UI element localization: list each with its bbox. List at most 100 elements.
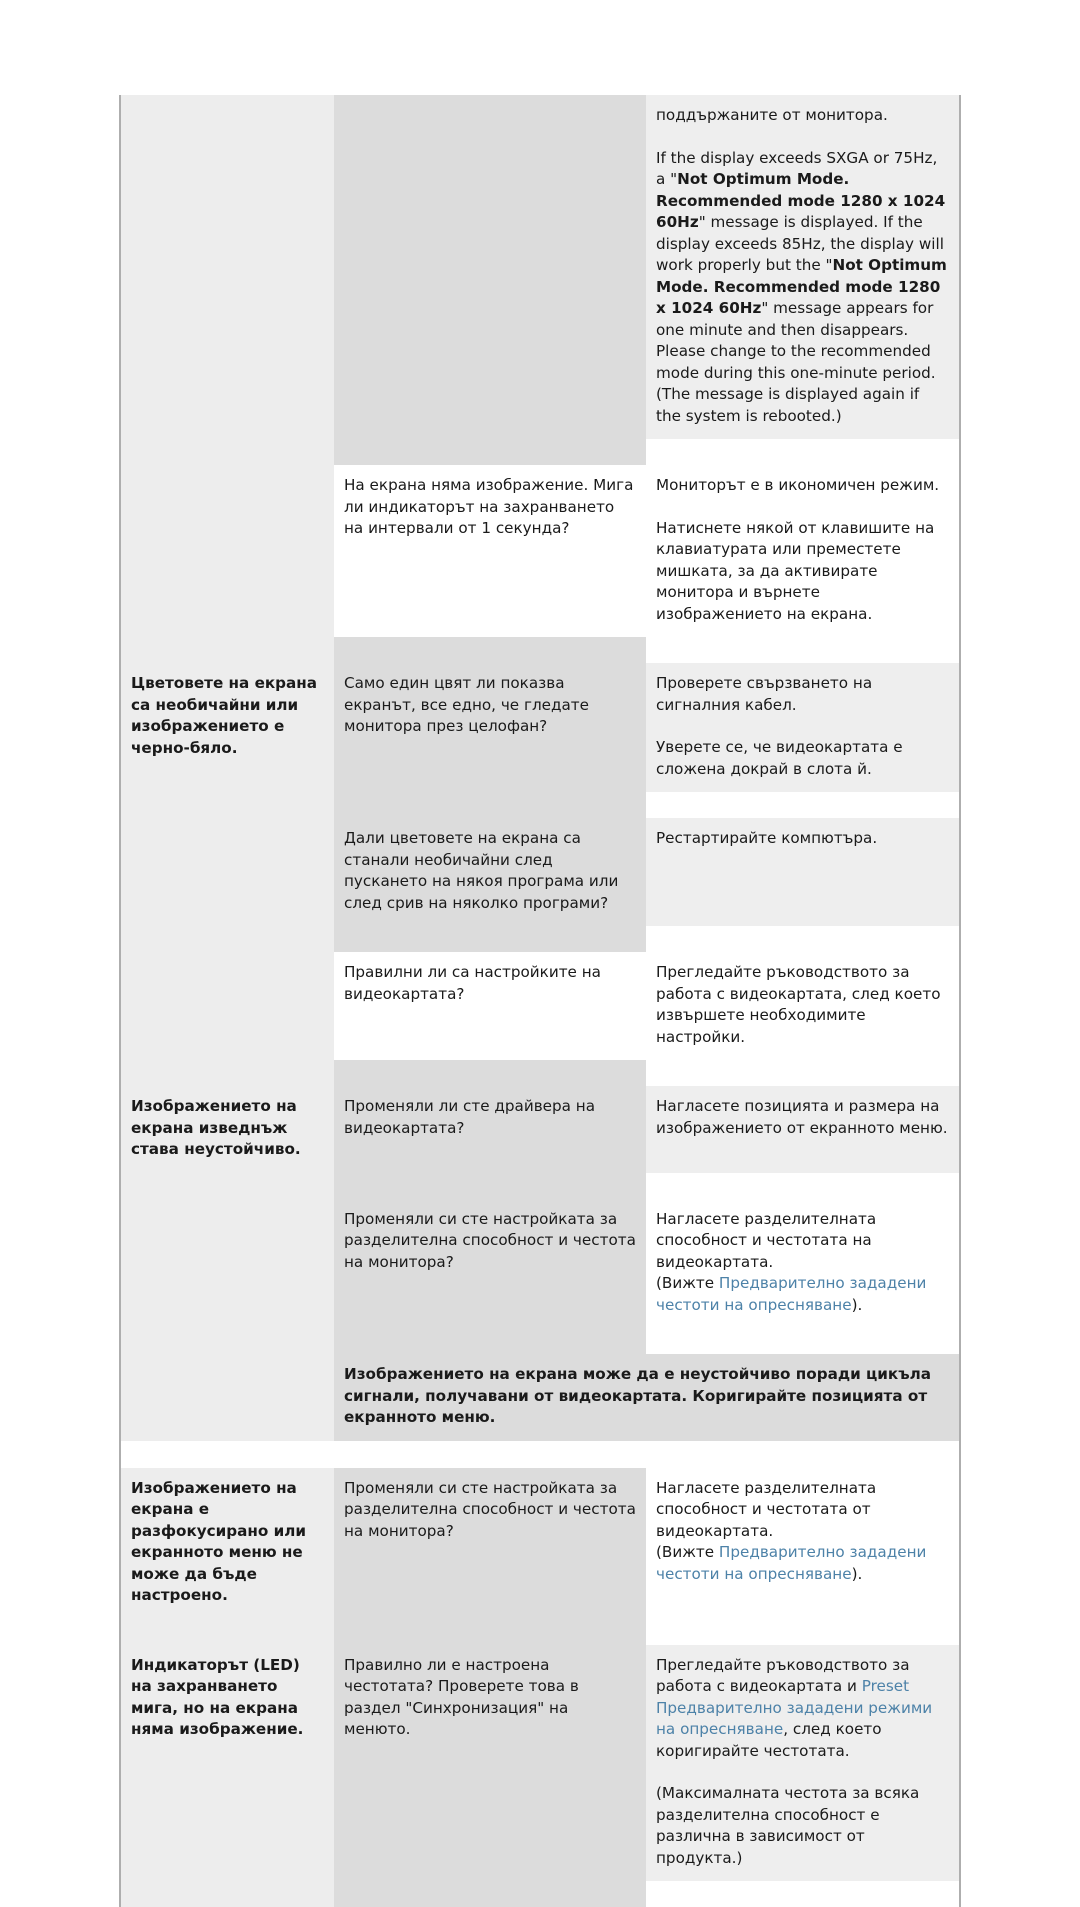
table-row: Индикаторът (LED) на захранването мига, … [121, 1644, 959, 1881]
answer-paragraph: (Вижте Предварително зададени честоти на… [656, 1542, 949, 1585]
question-cell: Променяли ли сте драйвера на видеокартат… [334, 1086, 646, 1173]
separator-cell [121, 1328, 334, 1354]
gap-cell [646, 1440, 959, 1468]
separator-cell [334, 1881, 646, 1907]
separator-cell [646, 1618, 959, 1645]
full-width-note: Изображението на екрана може да е неусто… [334, 1354, 959, 1441]
answer-cell: Мониторът е в икономичен режим. Натиснете… [646, 465, 959, 637]
separator-cell [334, 439, 646, 465]
table-row: Правилни ли са настройките на видеокарта… [121, 952, 959, 1060]
table-row: Изображението на екрана може да е неусто… [121, 1354, 959, 1441]
separator-cell [121, 792, 334, 818]
category-cell: Цветовете на екрана са необичайни или из… [121, 663, 334, 792]
answer-paragraph: (Максималната честота за всяка разделите… [656, 1784, 920, 1867]
body-text: ). [851, 1295, 863, 1314]
separator-cell [646, 1060, 959, 1086]
table-row: На екрана няма изображение. Мига ли инди… [121, 465, 959, 637]
separator-cell [334, 926, 646, 952]
table-row: Изображението на екрана изведнъж става н… [121, 1086, 959, 1173]
question-cell: Само един цвят ли показва екранът, все е… [334, 663, 646, 792]
separator-cell [334, 1172, 646, 1199]
answer-cell: Прегледайте ръководството за работа с ви… [646, 1644, 959, 1881]
answer-cell: Рестартирайте компютъра. [646, 818, 959, 926]
separator-cell [121, 637, 334, 663]
answer-paragraph: (Вижте Предварително зададени честоти на… [656, 1273, 949, 1316]
table-row: Променяли си сте настройката за разделит… [121, 1198, 959, 1328]
body-text: (Вижте [656, 1274, 719, 1292]
answer-cell: Нагласете позицията и размера на изображ… [646, 1086, 959, 1173]
separator-cell [646, 792, 959, 818]
separator-cell [334, 637, 646, 663]
separator-cell [334, 792, 646, 818]
row-separator [121, 792, 959, 818]
category-cell-empty [121, 952, 334, 1060]
answer-paragraph: Проверете свързването на сигналния кабел… [656, 674, 873, 714]
troubleshooting-table: поддържаните от монитора. If the display … [121, 95, 959, 1907]
troubleshooting-table-wrapper: поддържаните от монитора. If the display … [119, 95, 961, 1907]
category-cell-empty [121, 818, 334, 926]
category-cell: Изображението на екрана изведнъж става н… [121, 1086, 334, 1173]
answer-paragraph: Натиснете някой от клавишите на клавиату… [656, 518, 935, 623]
table-row: Дали цветовете на екрана са станали необ… [121, 818, 959, 926]
row-separator [121, 926, 959, 952]
row-separator [121, 1881, 959, 1907]
separator-cell [121, 1618, 334, 1645]
row-separator [121, 1618, 959, 1645]
separator-cell [334, 1328, 646, 1354]
answer-paragraph: Мониторът е в икономичен режим. [656, 476, 940, 494]
table-row: поддържаните от монитора. If the display … [121, 95, 959, 439]
answer-cell: Прегледайте ръководството за работа с ви… [646, 952, 959, 1060]
row-separator [121, 637, 959, 663]
row-separator [121, 439, 959, 465]
body-text: ). [851, 1564, 863, 1583]
table-body: поддържаните от монитора. If the display … [121, 95, 959, 1907]
separator-cell [646, 1328, 959, 1354]
separator-cell [121, 1060, 334, 1086]
answer-cell: Проверете свързването на сигналния кабел… [646, 663, 959, 792]
category-cell-empty [121, 465, 334, 637]
answer-paragraph: Рестартирайте компютъра. [656, 829, 878, 847]
table-row: Цветовете на екрана са необичайни или из… [121, 663, 959, 792]
answer-paragraph: Нагласете разделителната способност и че… [656, 1478, 877, 1540]
answer-paragraph: Прегледайте ръководството за работа с ви… [656, 1655, 949, 1763]
row-gap [121, 1440, 959, 1468]
answer-cell: поддържаните от монитора. If the display … [646, 95, 959, 439]
answer-paragraph: If the display exceeds SXGA or 75Hz, a "… [656, 148, 949, 342]
question-cell: Правилни ли са настройките на видеокарта… [334, 952, 646, 1060]
separator-cell [646, 1881, 959, 1907]
answer-paragraph: поддържаните от монитора. [656, 106, 888, 124]
separator-cell [334, 1060, 646, 1086]
table-row: Изображението на екрана е разфокусирано … [121, 1467, 959, 1619]
page-root: поддържаните от монитора. If the display … [0, 0, 1080, 1907]
row-separator [121, 1328, 959, 1354]
row-separator [121, 1172, 959, 1199]
question-cell [334, 95, 646, 439]
answer-paragraph: Please change to the recommended mode du… [656, 342, 936, 382]
answer-paragraph: Нагласете разделителната способност и че… [656, 1209, 877, 1271]
answer-cell: Нагласете разделителната способност и че… [646, 1467, 959, 1619]
question-cell: Правилно ли е настроена честотата? Прове… [334, 1644, 646, 1881]
answer-cell: Нагласете разделителната способност и че… [646, 1198, 959, 1328]
question-cell: Дали цветовете на екрана са станали необ… [334, 818, 646, 926]
question-cell: Променяли си сте настройката за разделит… [334, 1467, 646, 1619]
answer-paragraph: Прегледайте ръководството за работа с ви… [656, 963, 941, 1046]
gap-cell [334, 1440, 646, 1468]
separator-cell [646, 637, 959, 663]
separator-cell [646, 926, 959, 952]
separator-cell [121, 1881, 334, 1907]
separator-cell [121, 1172, 334, 1199]
category-cell: Изображението на екрана е разфокусирано … [121, 1467, 334, 1619]
category-cell-empty [121, 1198, 334, 1328]
separator-cell [646, 439, 959, 465]
row-separator [121, 1060, 959, 1086]
separator-cell [334, 1618, 646, 1645]
question-cell: Променяли си сте настройката за разделит… [334, 1198, 646, 1328]
answer-paragraph: Нагласете позицията и размера на изображ… [656, 1097, 948, 1137]
separator-cell [121, 439, 334, 465]
separator-cell [121, 926, 334, 952]
answer-paragraph: (The message is displayed again if the s… [656, 385, 920, 425]
